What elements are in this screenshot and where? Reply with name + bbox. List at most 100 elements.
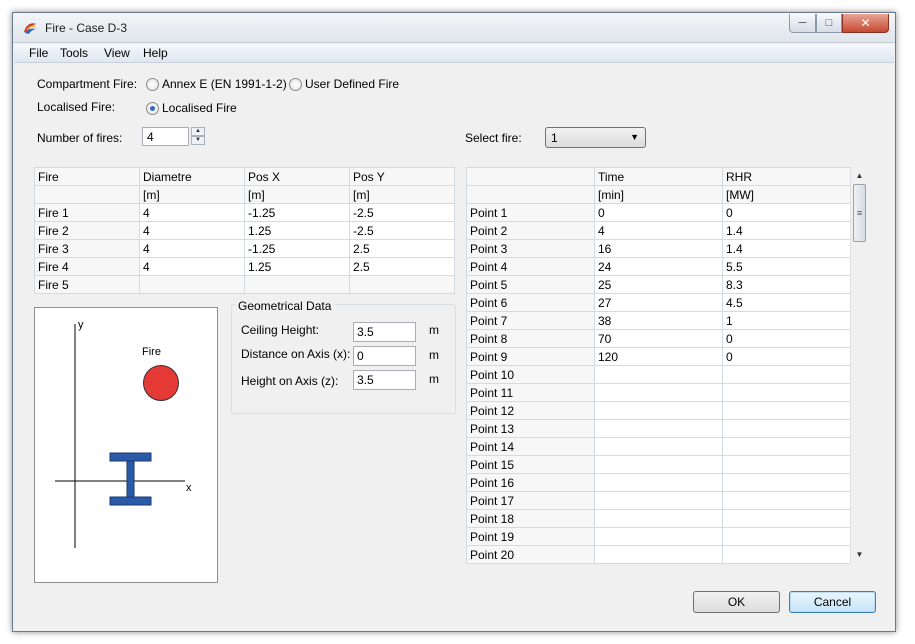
table-cell[interactable]: 70 bbox=[594, 329, 723, 348]
table-cell[interactable]: 0 bbox=[722, 329, 851, 348]
row-header: Point 12 bbox=[466, 401, 595, 420]
fires-table-header-row: Fire Diametre Pos X Pos Y bbox=[34, 167, 455, 186]
table-row: Point 15 bbox=[466, 455, 851, 474]
table-cell[interactable]: 2.5 bbox=[349, 239, 455, 258]
table-row: Point 11 bbox=[466, 383, 851, 402]
ceiling-height-unit: m bbox=[429, 323, 439, 337]
ok-button[interactable]: OK bbox=[693, 591, 780, 613]
table-cell[interactable] bbox=[722, 365, 851, 384]
points-table-scrollbar[interactable]: ▲ ≡ ▼ bbox=[850, 167, 867, 563]
table-cell[interactable]: 25 bbox=[594, 275, 723, 294]
title-bar[interactable]: Fire - Case D-3 ─ □ ✕ bbox=[13, 13, 895, 43]
user-defined-fire-radio[interactable] bbox=[289, 78, 302, 91]
distance-on-axis-input[interactable]: 0 bbox=[353, 346, 416, 366]
table-cell[interactable] bbox=[594, 491, 723, 510]
table-cell[interactable] bbox=[594, 437, 723, 456]
table-cell[interactable]: 1.25 bbox=[244, 221, 350, 240]
table-cell[interactable] bbox=[722, 437, 851, 456]
table-cell[interactable]: 1.4 bbox=[722, 239, 851, 258]
height-on-axis-unit: m bbox=[429, 372, 439, 386]
table-cell[interactable]: 120 bbox=[594, 347, 723, 366]
minimize-icon: ─ bbox=[798, 17, 807, 29]
table-cell[interactable]: 16 bbox=[594, 239, 723, 258]
table-cell[interactable]: 4.5 bbox=[722, 293, 851, 312]
geometrical-data-title: Geometrical Data bbox=[235, 299, 335, 313]
menu-view[interactable]: View bbox=[104, 46, 130, 60]
row-header: Point 7 bbox=[466, 311, 595, 330]
table-cell[interactable] bbox=[722, 473, 851, 492]
table-cell[interactable]: 2.5 bbox=[349, 257, 455, 276]
menu-file[interactable]: File bbox=[29, 46, 48, 60]
table-cell[interactable]: -2.5 bbox=[349, 221, 455, 240]
scroll-up-icon[interactable]: ▲ bbox=[851, 167, 868, 184]
table-cell[interactable] bbox=[722, 383, 851, 402]
row-header: Fire 2 bbox=[34, 221, 140, 240]
menu-help[interactable]: Help bbox=[143, 46, 168, 60]
table-cell[interactable]: 4 bbox=[139, 221, 245, 240]
localised-fire-option-label[interactable]: Localised Fire bbox=[162, 101, 237, 115]
table-cell[interactable]: 38 bbox=[594, 311, 723, 330]
stepper-down-icon[interactable]: ▼ bbox=[191, 136, 205, 145]
table-cell[interactable]: 1.25 bbox=[244, 257, 350, 276]
table-cell[interactable]: 24 bbox=[594, 257, 723, 276]
table-cell[interactable]: 0 bbox=[594, 203, 723, 222]
stepper-up-icon[interactable]: ▲ bbox=[191, 127, 205, 136]
ceiling-height-input[interactable]: 3.5 bbox=[353, 322, 416, 342]
table-cell[interactable] bbox=[722, 545, 851, 564]
table-cell[interactable]: 4 bbox=[139, 203, 245, 222]
maximize-icon: □ bbox=[825, 17, 833, 29]
number-of-fires-input[interactable]: 4 bbox=[142, 127, 189, 146]
menu-tools[interactable]: Tools bbox=[60, 46, 88, 60]
row-header: Point 8 bbox=[466, 329, 595, 348]
menu-bar: File Tools View Help bbox=[14, 44, 894, 63]
table-cell[interactable] bbox=[722, 527, 851, 546]
table-cell[interactable] bbox=[594, 419, 723, 438]
table-cell[interactable] bbox=[722, 419, 851, 438]
chevron-down-icon: ▼ bbox=[630, 132, 639, 142]
annex-e-radio[interactable] bbox=[146, 78, 159, 91]
cancel-button[interactable]: Cancel bbox=[789, 591, 876, 613]
annex-e-label[interactable]: Annex E (EN 1991-1-2) bbox=[162, 77, 287, 91]
table-cell[interactable] bbox=[594, 545, 723, 564]
table-cell[interactable] bbox=[594, 509, 723, 528]
maximize-button[interactable]: □ bbox=[816, 14, 842, 33]
minimize-button[interactable]: ─ bbox=[789, 14, 816, 33]
table-cell[interactable]: -2.5 bbox=[349, 203, 455, 222]
table-cell[interactable]: 8.3 bbox=[722, 275, 851, 294]
row-header: Point 1 bbox=[466, 203, 595, 222]
table-cell[interactable]: 4 bbox=[139, 257, 245, 276]
table-cell[interactable]: 0 bbox=[722, 203, 851, 222]
table-cell[interactable]: 0 bbox=[722, 347, 851, 366]
window-title: Fire - Case D-3 bbox=[45, 21, 128, 35]
table-cell[interactable] bbox=[722, 491, 851, 510]
row-header: Point 4 bbox=[466, 257, 595, 276]
table-cell[interactable]: 5.5 bbox=[722, 257, 851, 276]
fires-table-units-row: [m] [m] [m] bbox=[34, 185, 455, 204]
table-cell[interactable]: 4 bbox=[139, 239, 245, 258]
table-cell[interactable] bbox=[594, 383, 723, 402]
table-cell[interactable]: 1.4 bbox=[722, 221, 851, 240]
table-cell[interactable]: 27 bbox=[594, 293, 723, 312]
table-cell[interactable] bbox=[722, 455, 851, 474]
table-cell[interactable] bbox=[594, 401, 723, 420]
table-cell[interactable] bbox=[722, 509, 851, 528]
close-button[interactable]: ✕ bbox=[842, 14, 889, 33]
table-cell[interactable] bbox=[722, 401, 851, 420]
table-cell[interactable]: 4 bbox=[594, 221, 723, 240]
row-header: Fire 5 bbox=[34, 275, 140, 294]
number-of-fires-stepper[interactable]: ▲ ▼ bbox=[191, 127, 205, 146]
table-row: Fire 1 4 -1.25 -2.5 bbox=[34, 203, 455, 222]
table-cell[interactable]: -1.25 bbox=[244, 203, 350, 222]
table-cell[interactable] bbox=[594, 365, 723, 384]
table-cell[interactable]: -1.25 bbox=[244, 239, 350, 258]
table-cell[interactable] bbox=[594, 527, 723, 546]
user-defined-fire-label[interactable]: User Defined Fire bbox=[305, 77, 399, 91]
localised-fire-radio[interactable] bbox=[146, 102, 159, 115]
scroll-thumb[interactable]: ≡ bbox=[853, 184, 866, 242]
table-cell[interactable] bbox=[594, 473, 723, 492]
height-on-axis-input[interactable]: 3.5 bbox=[353, 370, 416, 390]
select-fire-dropdown[interactable]: 1 ▼ bbox=[545, 127, 646, 148]
scroll-down-icon[interactable]: ▼ bbox=[851, 546, 868, 563]
table-cell[interactable]: 1 bbox=[722, 311, 851, 330]
table-cell[interactable] bbox=[594, 455, 723, 474]
